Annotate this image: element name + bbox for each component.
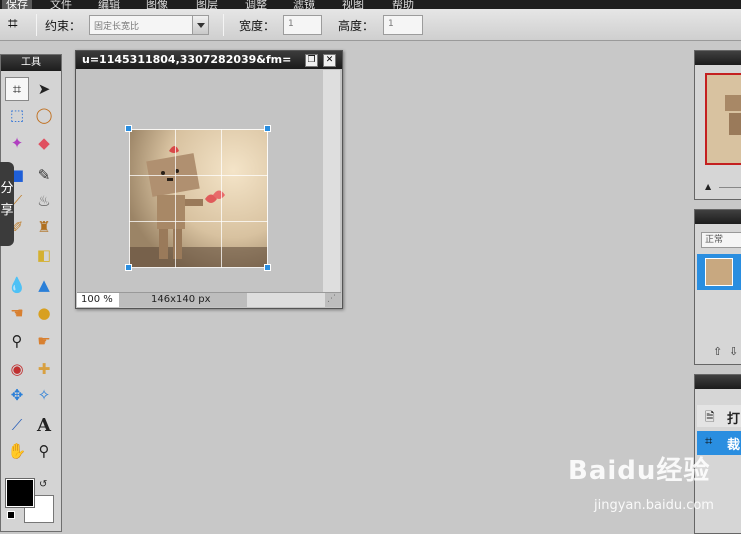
divider [223,14,224,36]
blur-tool-icon[interactable]: 💧 [5,273,29,297]
image-window: u=1145311804,3307282039&fm= ❐ ✕ 100 % 14… [75,50,343,309]
image-dimensions: 146x140 px [151,294,211,305]
red-eye-tool-icon[interactable]: ◉ [5,357,29,381]
layer-row-selected[interactable] [697,254,741,290]
menu-filter[interactable]: 滤镜 [293,0,315,9]
marquee-tool-icon[interactable]: ⬚ [5,103,29,127]
width-input[interactable]: 1 [283,15,322,35]
close-icon[interactable]: ✕ [323,54,336,67]
document-icon: 🗎 [705,410,715,424]
eraser-tool-icon[interactable]: ◆ [32,131,56,155]
zoom-value: 100 [81,294,101,305]
burn-tool-icon[interactable]: ☛ [32,329,56,353]
navigator-thumbnail [707,75,741,163]
history-item[interactable]: 🗎 打 [697,405,741,427]
shape-tool-icon[interactable]: ◧ [32,243,56,267]
menu-bar: 保存 文件 编辑 图像 图层 调整 滤镜 视图 帮助 [0,0,741,9]
menu-image[interactable]: 图像 [146,0,168,9]
swap-colors-icon[interactable]: ↺ [39,479,47,490]
menu-view[interactable]: 视图 [342,0,364,9]
menu-layer[interactable]: 图层 [196,0,218,9]
dodge-tool-icon[interactable]: ⚲ [5,329,29,353]
default-colors-icon[interactable] [7,511,15,519]
text-tool-icon[interactable]: A [32,413,56,437]
crop-box[interactable] [129,129,268,268]
layer-thumbnail [705,258,733,286]
layer-up-icon[interactable]: ⇧ [713,345,722,358]
watermark-brand: Baidu经验 [568,456,711,486]
stamp-tool-icon[interactable]: ♜ [32,215,56,239]
history-item-label: 裁 [727,438,741,453]
divider [36,14,37,36]
smudge-tool-icon[interactable]: ☚ [5,301,29,325]
menu-file[interactable]: 文件 [50,0,72,9]
history-item-label: 打 [727,412,741,427]
blend-mode-select[interactable]: 正常 [701,232,741,248]
navigator-viewport[interactable] [705,73,741,165]
zoom-field[interactable]: 100 % [77,293,119,307]
foreground-color-swatch[interactable] [5,478,35,508]
height-label: 高度： [338,19,375,33]
crop-icon: ⌗ [705,434,713,449]
menu-save[interactable]: 保存 [2,0,32,9]
bloat-tool-icon[interactable]: ✥ [5,383,29,407]
resize-grip-icon[interactable]: ⋰ [327,294,336,304]
bucket-tool-icon[interactable]: ♨ [32,189,56,213]
layers-titlebar [695,210,741,224]
height-input[interactable]: 1 [383,15,423,35]
layer-down-icon[interactable]: ⇩ [729,345,738,358]
lasso-tool-icon[interactable]: ◯ [32,103,56,127]
options-bar: ⌗ 约束： 固定长宽比 宽度： 1 高度： 1 [0,9,741,41]
horizontal-scrollbar[interactable] [247,293,325,307]
hand-tool-icon[interactable]: ✋ [5,439,29,463]
menu-adjust[interactable]: 调整 [245,0,267,9]
sharpen-tool-icon[interactable]: ▲ [32,273,56,297]
move-tool-icon[interactable]: ➤ [32,77,56,101]
history-titlebar [695,375,741,389]
share-tab[interactable]: 分享 [0,162,14,246]
spot-heal-icon[interactable]: ✚ [32,357,56,381]
zoom-out-icon[interactable]: ▲ [705,182,711,191]
pinch-tool-icon[interactable]: ✧ [32,383,56,407]
constraint-dropdown-button[interactable] [192,15,209,35]
zoom-unit: % [103,294,113,305]
navigator-titlebar [695,51,741,65]
magic-wand-icon[interactable]: ✦ [5,131,29,155]
tools-panel-title: 工具 [1,55,61,71]
crop-tool-icon: ⌗ [8,14,18,34]
navigator-panel: ▲ [694,50,741,200]
width-label: 宽度： [239,19,276,33]
baidu-watermark: Baidu经验 [568,450,710,487]
crop-handle-bottom-left[interactable] [125,264,132,271]
layers-panel: 正常 ⇧ ⇩ [694,209,741,365]
crop-handle-top-right[interactable] [264,125,271,132]
watermark-url: jingyan.baidu.com [594,498,714,513]
constraint-label: 约束： [45,19,82,33]
menu-edit[interactable]: 编辑 [98,0,120,9]
constraint-select[interactable]: 固定长宽比 [89,15,193,35]
image-status-bar: 100 % 146x140 px ⋰ [77,292,341,307]
canvas-area[interactable] [77,70,323,292]
crop-handle-bottom-right[interactable] [264,264,271,271]
vertical-scrollbar[interactable] [323,70,340,292]
menu-help[interactable]: 帮助 [392,0,414,9]
sponge-tool-icon[interactable]: ● [32,301,56,325]
image-window-title: u=1145311804,3307282039&fm= [76,51,342,69]
crop-handle-top-left[interactable] [125,125,132,132]
tools-panel: 工具 ⌗ ➤ ⬚ ◯ ✦ ◆ ■ ✎ ⟋ ♨ ✐ ♜ ◧ 💧 ▲ ☚ ● ⚲ ☛… [0,54,62,532]
crop-tool-icon[interactable]: ⌗ [5,77,29,101]
maximize-icon[interactable]: ❐ [305,54,318,67]
zoom-slider[interactable] [719,187,741,188]
zoom-tool-icon[interactable]: ⚲ [32,439,56,463]
brush-tool-icon[interactable]: ✎ [32,163,56,187]
color-picker-icon[interactable]: ⟋ [5,413,29,437]
image-canvas[interactable] [129,129,268,268]
